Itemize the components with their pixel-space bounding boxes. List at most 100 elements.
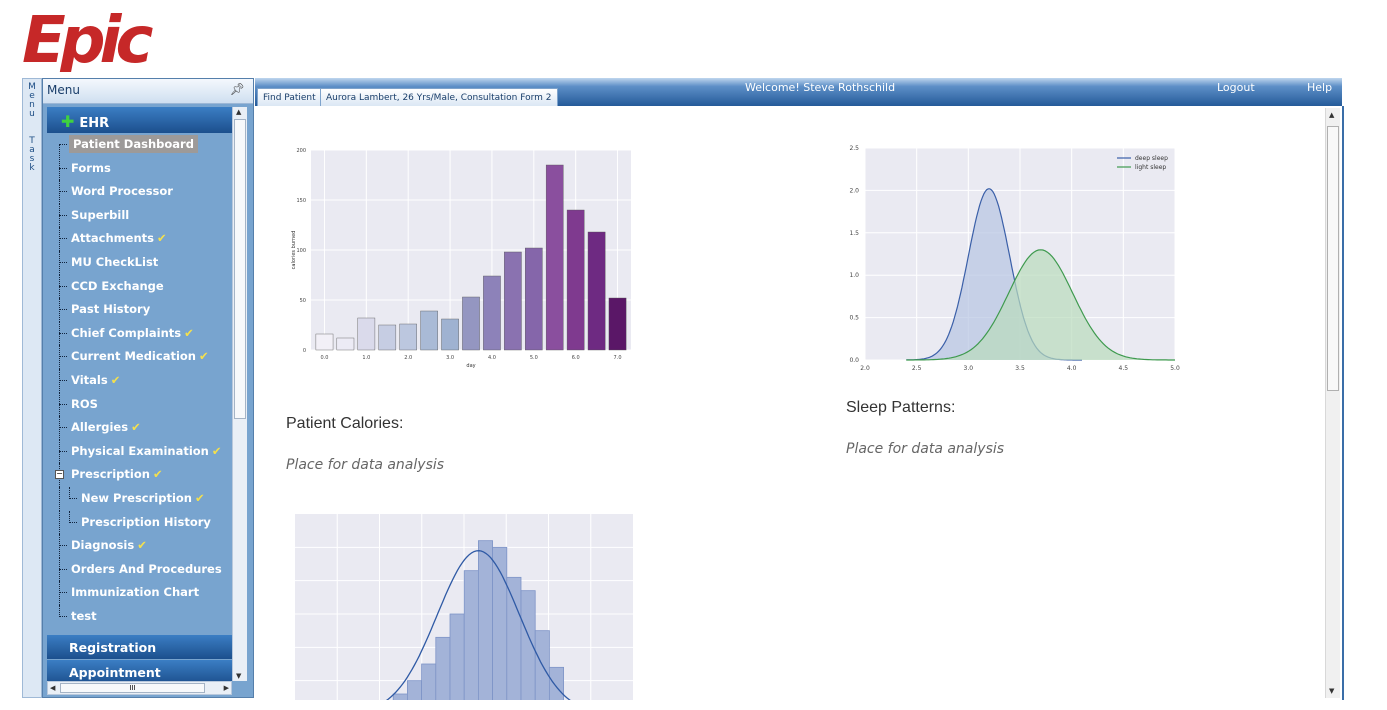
help-link[interactable]: Help	[1307, 81, 1332, 94]
sleep-desc: Place for data analysis	[846, 441, 1005, 457]
sidebar-item-label: Superbill	[71, 207, 130, 222]
x-tick-label: 3.0	[964, 365, 974, 372]
tree-branch	[59, 285, 67, 287]
sidebar-item-vitals[interactable]: Vitals ✔	[47, 368, 232, 393]
y-tick-label: 1.0	[849, 272, 859, 279]
y-tick-label: 50	[300, 298, 306, 304]
y-tick-label: 2.0	[849, 187, 859, 194]
bar	[441, 318, 459, 351]
histogram-bar	[407, 680, 423, 700]
content-scroll-thumb[interactable]	[1327, 126, 1339, 391]
sidebar-item-word-processor[interactable]: Word Processor	[47, 180, 232, 204]
tab-patient-consultation-label: Aurora Lambert, 26 Yrs/Male, Consultatio…	[326, 93, 552, 103]
sidebar-item-physical-examination[interactable]: Physical Examination ✔	[47, 439, 232, 464]
sidebar-item-prescription-history[interactable]: Prescription History	[47, 510, 232, 535]
ehr-label: EHR	[79, 116, 110, 131]
sidebar-item-label: Prescription History	[81, 514, 211, 529]
menu-tree: Patient Dashboard Forms Word Processor Supe…	[47, 133, 232, 628]
x-tick-label: 5.0	[530, 355, 538, 361]
sidebar-item-patient-dashboard[interactable]: Patient Dashboard	[47, 133, 232, 168]
histogram-bar	[449, 613, 465, 700]
x-tick-label: 3.0	[446, 355, 454, 361]
y-axis-label: calories burned	[291, 231, 297, 270]
tree-branch	[59, 592, 67, 594]
content-scroll-down-icon[interactable]: ▼	[1329, 687, 1334, 695]
sidebar-item-orders-and-procedures[interactable]: Orders And Procedures	[47, 557, 232, 582]
sidebar-item-test[interactable]: test	[47, 604, 232, 629]
side-tab-task[interactable]: Task	[23, 137, 41, 173]
sidebar-item-new-prescription[interactable]: New Prescription ✔	[47, 486, 232, 511]
tree-branch	[59, 403, 67, 405]
section-registration-label: Registration	[69, 640, 157, 655]
scroll-up-arrow-icon[interactable]: ▲	[236, 108, 241, 116]
tree-branch	[59, 615, 67, 617]
y-tick-label: 0.0	[849, 357, 859, 364]
sidebar-item-forms[interactable]: Forms	[47, 156, 232, 181]
tab-patient-consultation[interactable]: Aurora Lambert, 26 Yrs/Male, Consultatio…	[320, 88, 558, 106]
sidebar-item-label: Orders And Procedures	[71, 561, 222, 576]
checkmark-icon: ✔	[195, 490, 205, 505]
sidebar-item-attachments[interactable]: Attachments ✔	[47, 227, 232, 251]
sidebar-item-label: Physical Examination ✔	[71, 443, 222, 458]
tree-branch	[59, 568, 67, 570]
tree-branch	[59, 356, 67, 358]
menu-horizontal-scrollbar[interactable]: ◀ III ▶	[47, 681, 232, 695]
sidebar-item-superbill[interactable]: Superbill	[47, 203, 232, 228]
tab-find-patient[interactable]: Find Patient	[257, 88, 322, 106]
sidebar-item-prescription[interactable]: − Prescription ✔	[47, 463, 232, 487]
sidebar-item-label: Forms	[71, 160, 111, 175]
scroll-down-arrow-icon[interactable]: ▼	[236, 672, 241, 680]
section-registration[interactable]: Registration	[47, 635, 232, 659]
content-scroll-up-icon[interactable]: ▲	[1329, 111, 1334, 119]
sidebar-item-label: Current Medication ✔	[71, 349, 209, 364]
collapse-toggle-icon[interactable]: −	[55, 470, 64, 480]
checkmark-icon: ✔	[156, 231, 167, 246]
sidebar-item-current-medication[interactable]: Current Medication ✔	[47, 345, 232, 369]
content-vertical-scrollbar[interactable]: ▲ ▼	[1325, 108, 1340, 698]
calories-desc: Place for data analysis	[286, 457, 445, 473]
tree-branch	[59, 167, 67, 169]
bar	[525, 247, 543, 351]
x-tick-label: 6.0	[572, 355, 580, 361]
side-tab-menu[interactable]: Menu	[23, 83, 41, 119]
sidebar-item-ros[interactable]: ROS	[47, 392, 232, 417]
sidebar-item-immunization-chart[interactable]: Immunization Chart	[47, 581, 232, 605]
ehr-section-header[interactable]: ✚ EHR	[47, 107, 232, 133]
logout-link[interactable]: Logout	[1217, 81, 1255, 94]
menu-hscroll-thumb[interactable]: III	[60, 683, 205, 693]
menu-scroll-thumb[interactable]	[234, 119, 246, 419]
sidebar-item-mu-checklist[interactable]: MU CheckList	[47, 250, 232, 275]
legend-label: deep sleep	[1135, 155, 1168, 162]
sidebar-item-label: Prescription ✔	[71, 467, 163, 482]
pin-icon[interactable]: 📌︎	[230, 82, 245, 96]
tab-find-patient-label: Find Patient	[263, 93, 316, 103]
scroll-left-arrow-icon[interactable]: ◀	[50, 684, 55, 692]
tree-branch	[59, 427, 67, 429]
histogram-bar	[435, 636, 451, 700]
plus-icon: ✚	[61, 112, 75, 131]
tree-branch	[69, 497, 77, 499]
sidebar-item-ccd-exchange[interactable]: CCD Exchange	[47, 274, 232, 299]
y-tick-label: 0	[303, 348, 306, 354]
x-tick-label: 4.0	[488, 355, 496, 361]
sidebar-item-label: Diagnosis ✔	[71, 538, 147, 553]
menu-panel: Menu 📌︎ ✚ EHR Patient Dashboard Forms Word …	[42, 78, 254, 698]
histogram-bar	[463, 570, 479, 700]
sidebar-item-diagnosis[interactable]: Diagnosis ✔	[47, 534, 232, 558]
tree-branch	[59, 144, 67, 145]
y-tick-label: 100	[296, 248, 306, 254]
tree-branch	[59, 261, 67, 263]
histogram-bar	[392, 693, 408, 700]
sidebar-item-allergies[interactable]: Allergies ✔	[47, 416, 232, 440]
sidebar-item-past-history[interactable]: Past History	[47, 298, 232, 322]
scroll-right-arrow-icon[interactable]: ▶	[224, 684, 229, 692]
menu-vertical-scrollbar[interactable]: ▲ ▼	[232, 107, 247, 681]
sidebar-item-label: New Prescription ✔	[81, 490, 205, 505]
checkmark-icon: ✔	[152, 467, 163, 482]
sidebar-item-chief-complaints[interactable]: Chief Complaints ✔	[47, 321, 232, 346]
menu-header: Menu 📌︎	[43, 79, 253, 104]
y-tick-label: 150	[296, 198, 306, 204]
bar	[420, 310, 438, 351]
y-tick-label: 200	[296, 148, 306, 154]
x-axis-label: day	[466, 363, 475, 369]
